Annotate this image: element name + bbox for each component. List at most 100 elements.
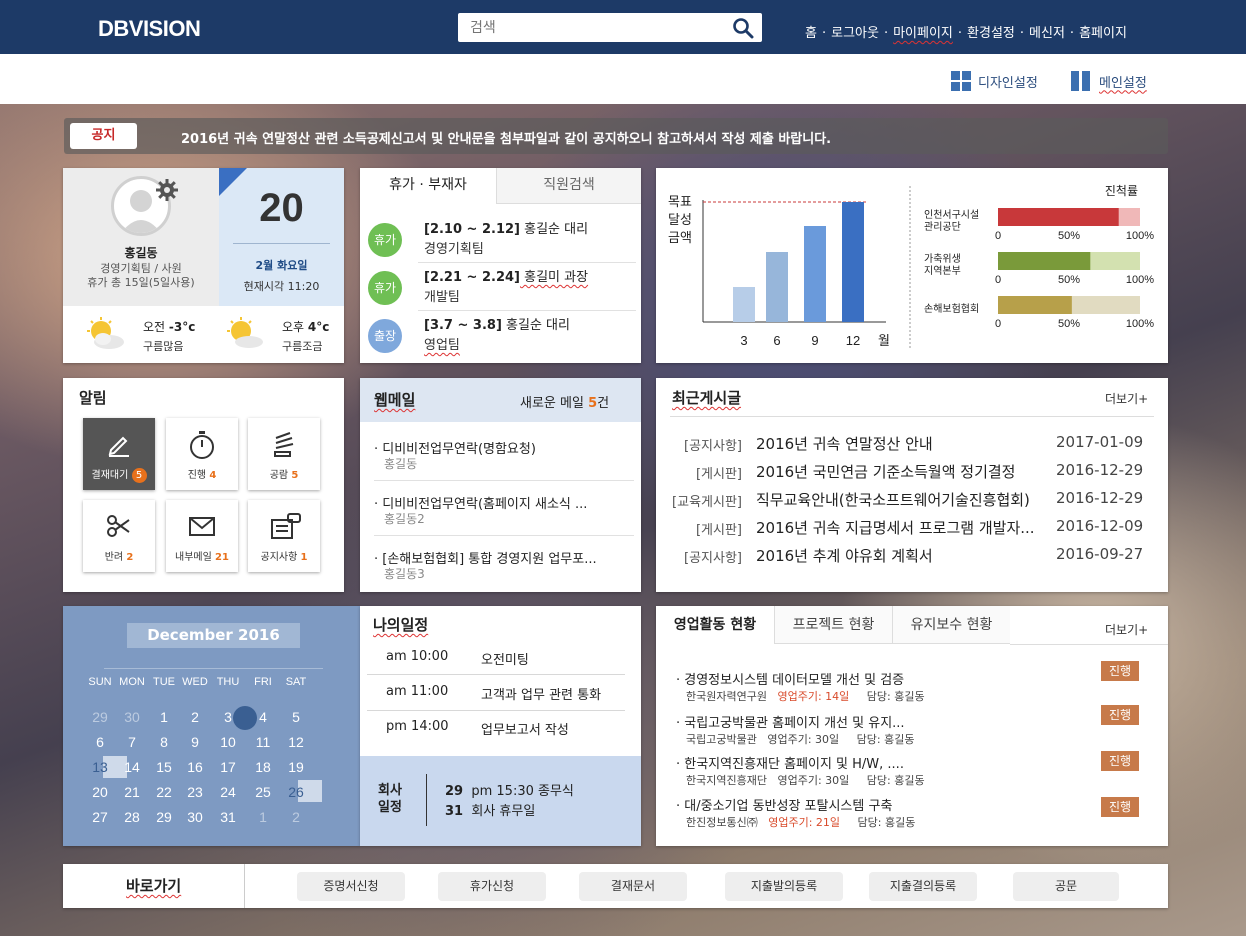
vacation-row[interactable]: 휴가 [2.21 ~ 2.24] 홍길미 과장 개발팀 xyxy=(368,262,636,310)
calendar-day[interactable]: 14 xyxy=(117,756,147,778)
calendar-day[interactable]: 26 xyxy=(281,781,311,803)
calendar-day[interactable]: 10 xyxy=(213,731,243,753)
main-setting-button[interactable]: 메인설정 xyxy=(1071,71,1147,91)
calendar-day[interactable]: 20 xyxy=(85,781,115,803)
nav-logout[interactable]: 로그아웃 xyxy=(831,26,879,41)
tab-projects[interactable]: 프로젝트 현황 xyxy=(774,606,892,644)
calendar-day[interactable]: 21 xyxy=(117,781,147,803)
notice-bar[interactable]: 공지 2016년 귀속 연말정산 관련 소득공제신고서 및 안내문을 첨부파일과… xyxy=(64,118,1168,154)
calendar-day[interactable]: 28 xyxy=(117,806,147,828)
alert-tile-rejected[interactable]: 반려 2 xyxy=(83,500,155,572)
schedule-item[interactable]: am 11:00 고객과 업무 관련 통화 xyxy=(367,675,625,709)
post-row[interactable]: [게시판] 2016년 국민연금 기준소득월액 정기결정 2016-12-29 xyxy=(656,461,1168,485)
shortcut-vacation[interactable]: 휴가신청 xyxy=(438,872,546,901)
tab-sales[interactable]: 영업활동 현황 xyxy=(656,606,774,644)
search-icon[interactable] xyxy=(732,17,754,39)
alert-tile-progress[interactable]: 진행 4 xyxy=(166,418,238,490)
shortcut-certificate[interactable]: 증명서신청 xyxy=(297,872,405,901)
shortcut-expense-resolution[interactable]: 지출결의등록 xyxy=(869,872,977,901)
calendar-weekday: WED xyxy=(182,676,208,688)
alert-tile-approval[interactable]: 결재대기 5 xyxy=(83,418,155,490)
calendar-day[interactable]: 3 xyxy=(213,706,243,728)
gear-icon[interactable] xyxy=(155,178,179,202)
scissors-icon xyxy=(107,515,130,537)
calendar-day[interactable]: 17 xyxy=(213,756,243,778)
calendar-day[interactable]: 2 xyxy=(180,706,210,728)
company-schedule-item[interactable]: 31 회사 휴무일 xyxy=(445,800,535,819)
search-input[interactable] xyxy=(458,13,718,42)
nav-mypage[interactable]: 마이페이지 xyxy=(893,26,953,41)
design-setting-button[interactable]: 디자인설정 xyxy=(951,71,1038,91)
goal-bar-chart: 목표달성금액 3 6 9 12 월 xyxy=(668,186,911,349)
alert-tile-internal-mail[interactable]: 내부메일 21 xyxy=(166,500,238,572)
calendar-day[interactable]: 13 xyxy=(85,756,115,778)
calendar-day[interactable]: 8 xyxy=(149,731,179,753)
schedule-title[interactable]: 나의일정 xyxy=(373,614,428,635)
calendar-day[interactable]: 23 xyxy=(180,781,210,803)
calendar-day[interactable]: 22 xyxy=(149,781,179,803)
shortcut-official-doc[interactable]: 공문 xyxy=(1013,872,1119,901)
calendar-day[interactable]: 31 xyxy=(213,806,243,828)
post-row[interactable]: [공지사항] 2016년 추계 야유회 계획서 2016-09-27 xyxy=(656,545,1168,569)
calendar-day[interactable]: 27 xyxy=(85,806,115,828)
calendar-day[interactable]: 30 xyxy=(117,706,147,728)
more-link[interactable]: 더보기+ xyxy=(1105,390,1148,407)
mail-item[interactable]: · 디비비전업무연락(명함요청) 홍길동 xyxy=(374,438,634,472)
project-item[interactable]: · 대/중소기업 동반성장 포탈시스템 구축 한진정보통신㈜ 영업주기: 21일… xyxy=(676,795,1146,830)
tab-vacation[interactable]: 휴가 · 부재자 xyxy=(360,168,496,204)
alert-tile-circulation[interactable]: 공람 5 xyxy=(248,418,320,490)
nav-settings[interactable]: 환경설정 xyxy=(967,26,1015,41)
shortcut-expense-proposal[interactable]: 지출발의등록 xyxy=(725,872,843,901)
calendar-day[interactable]: 1 xyxy=(248,806,278,828)
calendar-day[interactable]: 12 xyxy=(281,731,311,753)
calendar-day[interactable]: 18 xyxy=(248,756,278,778)
project-item[interactable]: · 한국지역진흥재단 홈페이지 및 H/W, .... 한국지역진흥재단 영업주… xyxy=(676,751,1146,788)
project-item[interactable]: · 국립고궁박물관 홈페이지 개선 및 유지... 국립고궁박물관 영업주기: … xyxy=(676,705,1146,747)
vacation-row[interactable]: 휴가 [2.10 ~ 2.12] 홍길순 대리 경영기획팀 xyxy=(368,214,636,262)
schedule-item[interactable]: pm 14:00 업무보고서 작성 xyxy=(367,710,625,744)
logo[interactable]: DBVISION xyxy=(98,16,201,42)
mail-item[interactable]: · 디비비전업무연락(홈페이지 새소식 ... 홍길동2 xyxy=(374,493,634,527)
recent-posts-title[interactable]: 최근게시글 xyxy=(672,387,741,408)
calendar-day[interactable]: 29 xyxy=(149,806,179,828)
vacation-badge: 휴가 xyxy=(368,271,402,305)
progress-bar-chart: 진척률인천서구시설관리공단 0 50% 100% 가축위생지역본부 0 50% 100% 손해보… xyxy=(924,184,1154,330)
calendar-day[interactable]: 4 xyxy=(248,706,278,728)
shortcut-approval-docs[interactable]: 결재문서 xyxy=(579,872,687,901)
mail-item[interactable]: · [손해보험협회] 통합 경영지원 업무포... 홍길동3 xyxy=(374,548,634,582)
alert-tile-notice[interactable]: 공지사항 1 xyxy=(248,500,320,572)
x-tick-label: 100% xyxy=(1126,230,1154,242)
nav-homepage[interactable]: 홈페이지 xyxy=(1079,26,1127,41)
calendar-day[interactable]: 30 xyxy=(180,806,210,828)
nav-messenger[interactable]: 메신저 xyxy=(1029,26,1065,41)
calendar-day[interactable]: 9 xyxy=(180,731,210,753)
more-link[interactable]: 더보기+ xyxy=(1105,621,1148,638)
calendar-month[interactable]: December 2016 xyxy=(127,623,300,648)
post-row[interactable]: [공지사항] 2016년 귀속 연말정산 안내 2017-01-09 xyxy=(656,433,1168,457)
vacation-row[interactable]: 출장 [3.7 ~ 3.8] 홍길순 대리 영업팀 xyxy=(368,310,636,358)
post-row[interactable]: [게시판] 2016년 귀속 지급명세서 프로그램 개발자... 2016-12-0… xyxy=(656,517,1168,541)
notice-icon xyxy=(271,513,301,539)
post-row[interactable]: [교육게시판] 직무교육안내(한국소프트웨어기술진흥협회) 2016-12-29 xyxy=(656,489,1168,513)
calendar-day[interactable]: 15 xyxy=(149,756,179,778)
calendar-day[interactable]: 24 xyxy=(213,781,243,803)
new-mail-count[interactable]: 새로운 메일 5건 xyxy=(520,392,609,411)
calendar-day[interactable]: 1 xyxy=(149,706,179,728)
nav-home[interactable]: 홈 xyxy=(805,26,817,41)
calendar-day[interactable]: 11 xyxy=(248,731,278,753)
calendar-day[interactable]: 25 xyxy=(248,781,278,803)
company-schedule-item[interactable]: 29 pm 15:30 종무식 xyxy=(445,780,574,799)
notice-text[interactable]: 2016년 귀속 연말정산 관련 소득공제신고서 및 안내문을 첨부파일과 같이… xyxy=(181,128,831,147)
calendar-day[interactable]: 6 xyxy=(85,731,115,753)
tab-maintenance[interactable]: 유지보수 현황 xyxy=(892,606,1010,644)
calendar-day[interactable]: 29 xyxy=(85,706,115,728)
calendar-day[interactable]: 16 xyxy=(180,756,210,778)
webmail-title[interactable]: 웹메일 xyxy=(374,389,415,410)
schedule-item[interactable]: am 10:00 오전미팅 xyxy=(367,640,625,674)
calendar-day[interactable]: 5 xyxy=(281,706,311,728)
calendar-day[interactable]: 19 xyxy=(281,756,311,778)
calendar-day[interactable]: 7 xyxy=(117,731,147,753)
project-item[interactable]: · 경영정보시스템 데이터모델 개선 및 검증 한국원자력연구원 영업주기: 1… xyxy=(676,661,1146,704)
tab-employee-search[interactable]: 직원검색 xyxy=(496,168,641,204)
calendar-day[interactable]: 2 xyxy=(281,806,311,828)
